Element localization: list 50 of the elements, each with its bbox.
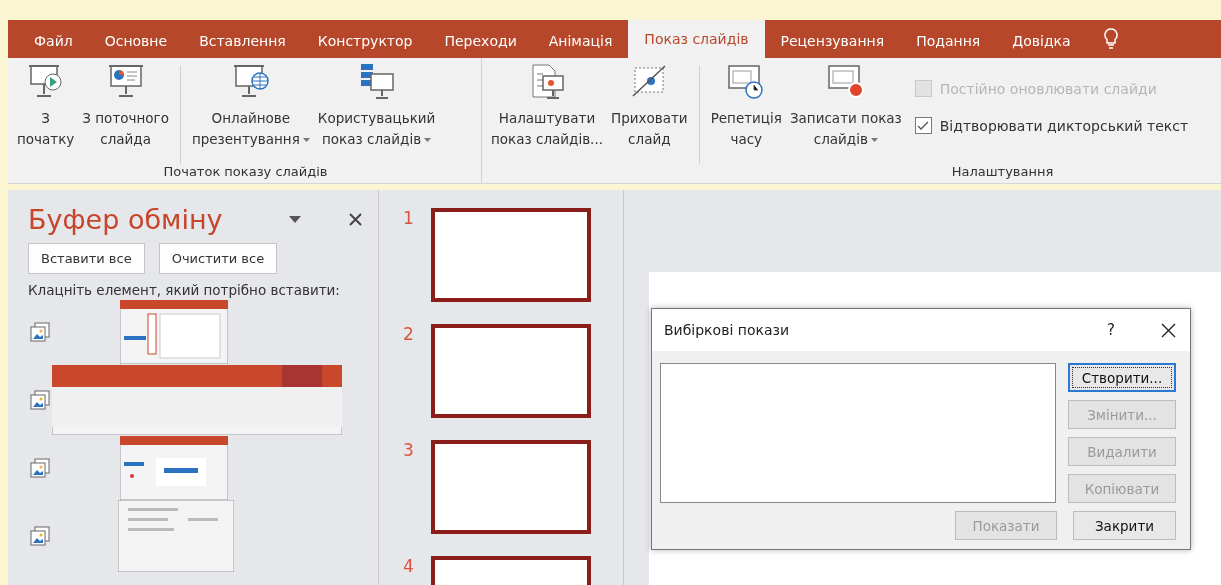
lightbulb-icon bbox=[1102, 28, 1119, 50]
slide-number: 3 bbox=[403, 440, 413, 462]
ribbon-tab[interactable]: Показ слайдів bbox=[628, 20, 765, 58]
ribbon-tab[interactable]: Переходи bbox=[428, 24, 533, 58]
ribbon-tab[interactable]: Файл bbox=[18, 24, 89, 58]
image-paste-icon bbox=[28, 524, 52, 548]
group-label: Початок показу слайдів bbox=[162, 164, 329, 179]
ribbon-button[interactable]: Записати показ слайдів bbox=[786, 62, 905, 150]
slide-thumbnail[interactable] bbox=[431, 208, 591, 302]
image-paste-icon bbox=[28, 456, 52, 480]
help-button[interactable]: ? bbox=[1107, 321, 1115, 339]
checkbox[interactable] bbox=[914, 117, 932, 134]
dropdown-caret-icon bbox=[870, 137, 878, 143]
ribbon-button[interactable]: Онлайнове презентування bbox=[188, 62, 313, 150]
ribbon-button[interactable]: Налаштувати показ слайдів... bbox=[488, 62, 606, 150]
ribbon-tab[interactable]: Довідка bbox=[996, 24, 1087, 58]
dropdown-caret-icon[interactable] bbox=[289, 216, 301, 223]
ribbon-button[interactable]: Приховати слайд bbox=[608, 62, 691, 150]
slide-thumbnail[interactable] bbox=[431, 440, 591, 534]
ribbon-button[interactable]: Користувацький показ слайдів bbox=[314, 62, 439, 150]
dialog-title: Вибіркові покази bbox=[664, 322, 791, 338]
checkbox-label: Відтворювати дикторський текст bbox=[939, 117, 1189, 134]
ribbon-button[interactable]: З поточного слайда bbox=[79, 62, 172, 150]
slide-thumbnail[interactable] bbox=[431, 324, 591, 418]
ribbon-tab[interactable]: Рецензування bbox=[764, 24, 901, 58]
ribbon-tab[interactable]: Основне bbox=[88, 24, 184, 58]
close-icon[interactable] bbox=[1161, 322, 1176, 338]
pane-button[interactable]: Очистити все bbox=[158, 243, 278, 274]
checkbox-label: Постійно оновлювати слайди bbox=[939, 80, 1157, 97]
ribbon-tab[interactable]: Вставлення bbox=[183, 24, 302, 58]
dropdown-caret-icon bbox=[302, 137, 310, 143]
dropdown-caret-icon bbox=[424, 137, 432, 143]
slide-number: 4 bbox=[403, 556, 413, 578]
slide-number: 2 bbox=[403, 324, 413, 346]
dialog-button[interactable]: Закрити bbox=[1073, 511, 1176, 540]
group-label: Налаштування bbox=[950, 164, 1055, 179]
close-icon[interactable] bbox=[349, 213, 362, 226]
image-paste-icon bbox=[28, 320, 52, 344]
ribbon-button[interactable]: Репетиція часу bbox=[707, 62, 785, 150]
ribbon-tab[interactable]: Конструктор bbox=[301, 24, 429, 58]
ribbon-tab[interactable]: Подання bbox=[900, 24, 997, 58]
image-paste-icon bbox=[28, 388, 52, 412]
dialog-button[interactable]: Створити... bbox=[1068, 363, 1176, 392]
ribbon-tab[interactable]: Анімація bbox=[532, 24, 629, 58]
pane-title: Буфер обміну bbox=[28, 204, 224, 235]
checkmark-icon bbox=[917, 119, 930, 132]
slide-number: 1 bbox=[403, 208, 413, 230]
ribbon-button[interactable]: З початку bbox=[14, 62, 78, 150]
instruction-text: Клацніть елемент, який потрібно вставити: bbox=[28, 282, 341, 298]
pane-button[interactable]: Вставити все bbox=[28, 243, 145, 274]
